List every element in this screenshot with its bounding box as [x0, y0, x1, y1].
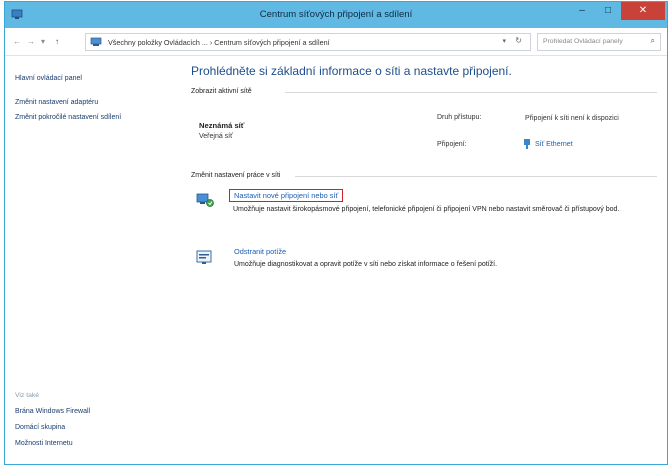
search-input[interactable]: Prohledat Ovládací panely ⌕ — [537, 33, 661, 51]
forward-button[interactable]: → — [27, 37, 35, 46]
recent-locations-button[interactable]: ▾ — [41, 37, 45, 46]
main-content: Prohlédněte si základní informace o síti… — [177, 57, 665, 457]
address-path[interactable]: Všechny položky Ovládacích ... › Centrum… — [108, 38, 330, 47]
setup-new-connection-link[interactable]: Nastavit nové připojení nebo síť — [229, 189, 344, 202]
active-networks-heading: Zobrazit aktivní sítě — [191, 88, 252, 95]
access-type-label: Druh přístupu: — [437, 114, 482, 121]
ethernet-connection-link[interactable]: Síť Ethernet — [535, 141, 573, 148]
sidebar-link-adapter-settings[interactable]: Změnit nastavení adaptéru — [15, 99, 98, 106]
section-divider — [285, 92, 657, 93]
sidebar-link-homegroup[interactable]: Domácí skupina — [15, 424, 65, 431]
network-name: Neznámá síť — [199, 121, 245, 130]
troubleshoot-icon — [196, 250, 212, 264]
connections-label: Připojení: — [437, 141, 467, 148]
troubleshoot-link[interactable]: Odstranit potíže — [234, 247, 286, 256]
minimize-button[interactable]: – — [569, 2, 595, 20]
sidebar: Hlavní ovládací panel Změnit nastavení a… — [5, 57, 173, 464]
sidebar-link-firewall[interactable]: Brána Windows Firewall — [15, 408, 90, 415]
sidebar-link-internet-options[interactable]: Možnosti Internetu — [15, 440, 73, 447]
network-type: Veřejná síť — [199, 133, 233, 140]
window: Centrum síťových připojení a sdílení – □… — [4, 1, 668, 465]
troubleshoot-description: Umožňuje diagnostikovat a opravit potíže… — [234, 261, 498, 268]
refresh-icon[interactable]: ↻ — [515, 36, 522, 45]
address-bar[interactable]: Všechny položky Ovládacích ... › Centrum… — [85, 33, 531, 51]
change-settings-heading: Změnit nastavení práce v síti — [191, 172, 281, 179]
ethernet-icon — [524, 139, 530, 149]
network-folder-icon — [90, 37, 102, 46]
access-type-value: Připojení k síti není k dispozici — [525, 115, 619, 122]
page-heading: Prohlédněte si základní informace o síti… — [191, 64, 512, 78]
search-icon[interactable]: ⌕ — [651, 36, 655, 46]
sidebar-link-advanced-sharing[interactable]: Změnit pokročilé nastavení sdílení — [15, 113, 125, 122]
section-divider — [295, 176, 657, 177]
search-placeholder: Prohledat Ovládací panely — [543, 38, 623, 45]
address-dropdown-icon[interactable]: ▾ — [502, 37, 506, 45]
setup-new-connection-description: Umožňuje nastavit širokopásmové připojen… — [233, 206, 620, 213]
sidebar-home-link[interactable]: Hlavní ovládací panel — [15, 75, 82, 82]
back-button[interactable]: ← — [13, 37, 21, 46]
up-button[interactable]: ↑ — [55, 37, 59, 46]
window-title: Centrum síťových připojení a sdílení — [259, 9, 413, 20]
maximize-button[interactable]: □ — [595, 2, 621, 20]
navigation-bar: ← → ▾ ↑ Všechny položky Ovládacích ... ›… — [5, 28, 667, 56]
title-bar: Centrum síťových připojení a sdílení – □… — [5, 2, 667, 28]
close-button[interactable]: ✕ — [621, 2, 665, 20]
new-connection-icon — [196, 193, 214, 207]
see-also-heading: Viz také — [15, 392, 40, 399]
